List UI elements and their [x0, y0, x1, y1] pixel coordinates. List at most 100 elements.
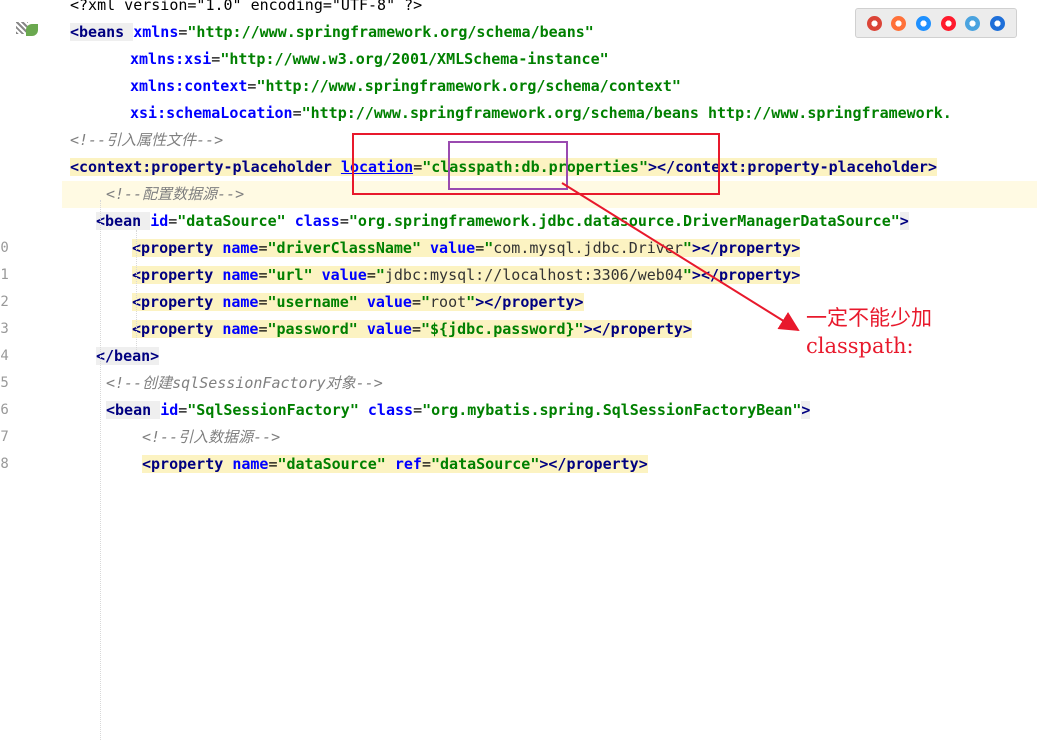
- code-token: "http://www.w3.org/2001/XMLSchema-instan…: [220, 50, 609, 68]
- code-token: "org.mybatis.spring.SqlSessionFactoryBea…: [422, 401, 802, 419]
- code-token: "dataSource": [431, 455, 540, 473]
- code-line[interactable]: xsi:schemaLocation="http://www.springfra…: [62, 100, 1037, 127]
- code-token: <!--配置数据源-->: [106, 185, 245, 203]
- code-token: "url": [267, 266, 313, 284]
- code-token: value: [366, 320, 412, 338]
- line-number: 12: [0, 294, 9, 310]
- code-line[interactable]: xmlns:context="http://www.springframewor…: [62, 73, 1037, 100]
- line-number: 9: [0, 208, 14, 235]
- code-token: ": [682, 266, 692, 284]
- code-token: ></property>: [691, 239, 801, 257]
- code-token: ref: [394, 455, 422, 473]
- code-token: ></property>: [539, 455, 648, 473]
- code-token: jdbc:mysql://localhost:3306/web04: [384, 266, 683, 284]
- code-token: "dataSource": [177, 212, 286, 230]
- code-token: <bean: [106, 401, 161, 419]
- code-token: <?xml version="1.0" encoding="UTF-8" ?>: [70, 0, 423, 14]
- annotation-note-line1: 一定不能少加: [806, 306, 932, 330]
- line-number: 1: [0, 0, 14, 19]
- code-token: ": [484, 239, 494, 257]
- line-number: 2: [0, 19, 14, 46]
- code-token: xsi:schemaLocation: [130, 104, 293, 122]
- code-token: <!--引入数据源-->: [142, 428, 281, 446]
- firefox-icon[interactable]: [891, 15, 907, 31]
- ie-icon[interactable]: [965, 15, 981, 31]
- code-token: [357, 293, 367, 311]
- code-token: name: [222, 293, 259, 311]
- code-token: "http://www.springframework.org/schema/b…: [301, 104, 952, 122]
- code-token: id: [150, 212, 169, 230]
- code-token: com.mysql.jdbc.Driver: [493, 239, 683, 257]
- code-token: >: [801, 401, 811, 419]
- code-token: >: [899, 212, 909, 230]
- code-line[interactable]: xmlns:xsi="http://www.w3.org/2001/XMLSch…: [62, 46, 1037, 73]
- code-token: ": [421, 293, 431, 311]
- line-number: 17: [0, 429, 9, 445]
- code-token: name: [222, 239, 259, 257]
- code-line[interactable]: <!--引入属性文件-->: [62, 127, 1037, 154]
- code-token: ></property>: [475, 293, 584, 311]
- line-number: 6: [0, 127, 14, 154]
- spring-leaf-icon[interactable]: [26, 24, 38, 36]
- line-number: 7: [0, 154, 14, 181]
- code-line[interactable]: <context:property-placeholder location="…: [62, 154, 1037, 181]
- code-token: "driverClassName": [267, 239, 421, 257]
- line-number: 4: [0, 73, 14, 100]
- code-token: location: [340, 158, 414, 176]
- code-token: =: [411, 293, 421, 311]
- code-line[interactable]: <!--配置数据源-->: [62, 181, 1037, 208]
- code-token: ></context:property-placeholder>: [648, 158, 937, 176]
- code-line[interactable]: <!--创建sqlSessionFactory对象-->: [62, 370, 1037, 397]
- code-token: =: [421, 455, 431, 473]
- code-token: value: [430, 239, 476, 257]
- code-token: ": [466, 293, 476, 311]
- code-token: value: [366, 293, 412, 311]
- code-line[interactable]: <property name="url" value="jdbc:mysql:/…: [62, 262, 1037, 289]
- code-token: <property: [132, 293, 223, 311]
- chrome-icon[interactable]: [866, 15, 882, 31]
- line-number: 8: [0, 181, 14, 208]
- safari-icon[interactable]: [916, 15, 932, 31]
- code-token: [421, 239, 431, 257]
- code-token: "http://www.springframework.org/schema/c…: [256, 77, 681, 95]
- code-token: <bean: [96, 212, 151, 230]
- code-token: "dataSource": [277, 455, 386, 473]
- code-token: "http://www.springframework.org/schema/b…: [187, 23, 594, 41]
- code-line[interactable]: <property name="driverClassName" value="…: [62, 235, 1037, 262]
- code-token: =: [178, 401, 188, 419]
- code-token: [357, 320, 367, 338]
- code-token: ></property>: [583, 320, 692, 338]
- code-token: root: [430, 293, 467, 311]
- code-token: =: [168, 212, 178, 230]
- code-token: id: [160, 401, 179, 419]
- code-token: ": [682, 239, 692, 257]
- line-number: 15: [0, 375, 9, 391]
- indent-guide: [136, 230, 137, 350]
- code-token: <property: [142, 455, 233, 473]
- code-token: <property: [132, 320, 223, 338]
- code-line[interactable]: <bean id="dataSource" class="org.springf…: [62, 208, 1037, 235]
- code-token: name: [222, 266, 259, 284]
- code-token: name: [222, 320, 259, 338]
- code-token: </bean>: [96, 347, 160, 365]
- code-line[interactable]: <property name="dataSource" ref="dataSou…: [62, 451, 1037, 478]
- code-token: =: [292, 104, 302, 122]
- code-token: "org.springframework.jdbc.datasource.Dri…: [348, 212, 900, 230]
- code-token: <property: [132, 239, 223, 257]
- code-token: [312, 266, 322, 284]
- code-line[interactable]: <bean id="SqlSessionFactory" class="org.…: [62, 397, 1037, 424]
- code-token: <beans: [70, 23, 134, 41]
- code-token: xmlns: [133, 23, 179, 41]
- opera-icon[interactable]: [940, 15, 956, 31]
- code-token: "classpath:db.properties": [422, 158, 648, 176]
- code-token: xmlns:xsi: [130, 50, 212, 68]
- code-line[interactable]: <!--引入数据源-->: [62, 424, 1037, 451]
- code-token: class: [367, 401, 414, 419]
- code-token: <!--创建sqlSessionFactory对象-->: [106, 374, 383, 392]
- code-token: [385, 455, 395, 473]
- line-number: 13: [0, 321, 9, 337]
- code-token: "SqlSessionFactory": [187, 401, 359, 419]
- edge-icon[interactable]: [990, 15, 1006, 31]
